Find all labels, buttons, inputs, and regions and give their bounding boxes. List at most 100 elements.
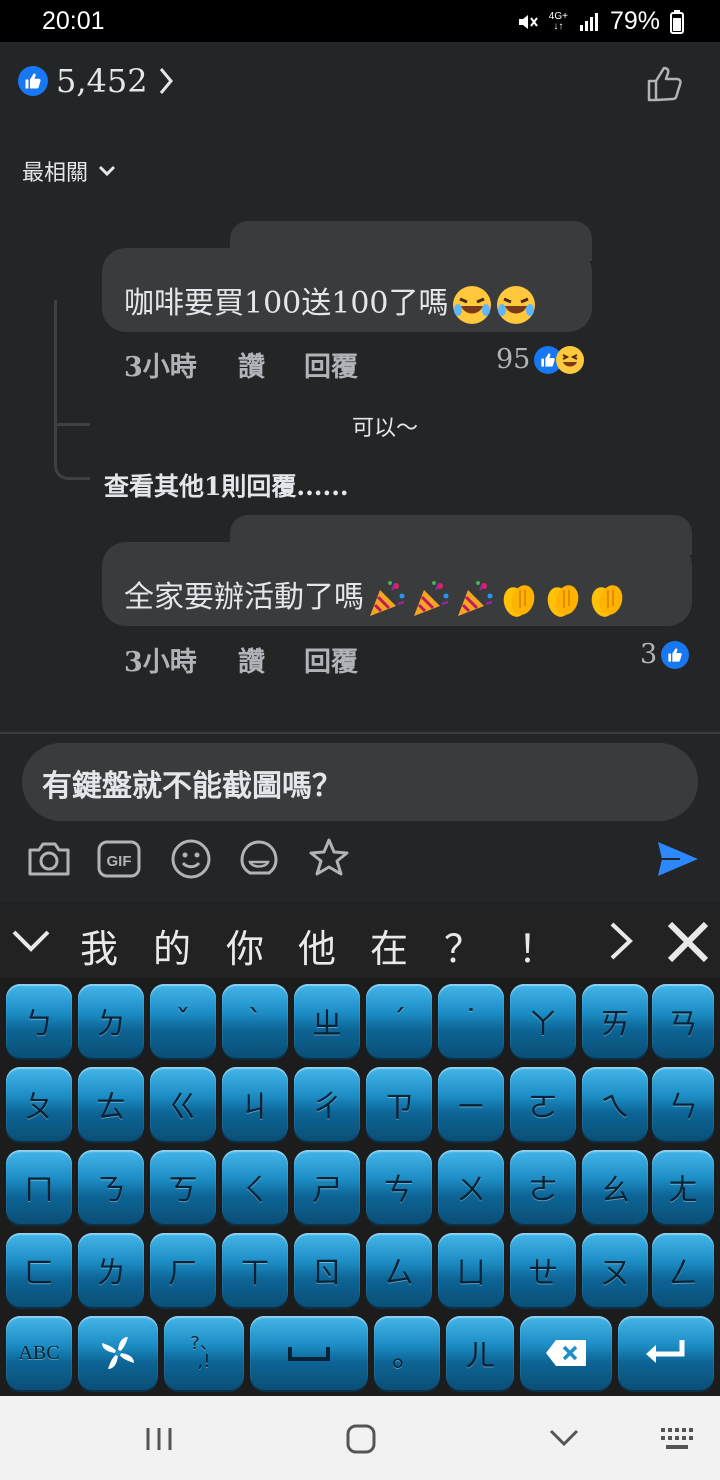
comment-reply-link[interactable]: 回覆 (304, 640, 358, 679)
enter-icon (646, 1340, 685, 1363)
key-eh[interactable]: ㄝ (510, 1233, 576, 1307)
key-ao[interactable]: ㄠ (582, 1150, 648, 1224)
key-zh[interactable]: ㄓ (294, 984, 360, 1058)
punctuation-key[interactable]: ?、 ,! (164, 1316, 244, 1390)
comment-like-link[interactable]: 讚 (238, 640, 265, 679)
keyboard-switch-icon[interactable] (660, 1426, 694, 1452)
key-i[interactable]: ㄧ (438, 1067, 504, 1141)
key-sh[interactable]: ㄕ (294, 1150, 360, 1224)
key-z[interactable]: ㄗ (366, 1067, 432, 1141)
like-reaction-icon (18, 66, 48, 96)
candidate-word[interactable]: 你 (226, 918, 264, 973)
key-r[interactable]: ㄖ (294, 1233, 360, 1307)
settings-key[interactable] (78, 1316, 158, 1390)
reply-preview-text: 可以～ (352, 416, 419, 441)
key-ai[interactable]: ㄞ (582, 984, 648, 1058)
key-d[interactable]: ㄉ (78, 984, 144, 1058)
send-icon[interactable] (654, 836, 700, 882)
key-ang[interactable]: ㄤ (652, 1150, 714, 1224)
back-icon[interactable] (548, 1428, 580, 1448)
key-x[interactable]: ㄒ (222, 1233, 288, 1307)
key-tone-5[interactable]: ˙ (438, 984, 504, 1058)
comment-like-link[interactable]: 讚 (238, 345, 265, 384)
divider (0, 732, 720, 734)
candidate-word[interactable]: 我 (80, 918, 118, 973)
mute-icon (518, 14, 538, 29)
home-icon[interactable] (344, 1422, 378, 1456)
rofl-emoji (452, 286, 491, 324)
key-ch[interactable]: ㄔ (294, 1067, 360, 1141)
space-key[interactable] (250, 1316, 368, 1390)
haha-reaction-icon (556, 345, 585, 374)
key-g[interactable]: ㄍ (150, 1067, 216, 1141)
comment-reply-link[interactable]: 回覆 (304, 345, 358, 384)
party-popper-emoji (370, 581, 405, 616)
sort-dropdown[interactable]: 最相關 (22, 155, 116, 187)
comment-text: 全家要辦活動了嗎 (124, 572, 628, 620)
comment-reactions[interactable]: 3 (640, 639, 690, 670)
party-popper-emoji (414, 581, 449, 616)
sort-label: 最相關 (22, 161, 89, 186)
candidate-word[interactable]: ？ (444, 918, 482, 973)
key-c[interactable]: ㄘ (366, 1150, 432, 1224)
key-en[interactable]: ㄣ (652, 1067, 714, 1141)
key-n[interactable]: ㄋ (78, 1150, 144, 1224)
clapping-hands-emoji (591, 585, 623, 617)
key-h[interactable]: ㄏ (150, 1233, 216, 1307)
key-m[interactable]: ㄇ (6, 1150, 72, 1224)
key-u[interactable]: ㄨ (438, 1150, 504, 1224)
key-tone-4[interactable]: ˋ (222, 984, 288, 1058)
camera-icon[interactable] (26, 836, 72, 882)
key-j[interactable]: ㄐ (222, 1067, 288, 1141)
likes-summary[interactable]: 5,452 (18, 62, 174, 100)
candidate-word[interactable]: ！ (518, 918, 556, 973)
key-l[interactable]: ㄌ (78, 1233, 144, 1307)
pinwheel-icon (102, 1337, 134, 1369)
status-bar: 20:01 4G+ ↓↑ 79% (0, 0, 720, 42)
likes-count: 5,452 (56, 62, 148, 100)
close-icon[interactable] (666, 920, 710, 964)
key-an[interactable]: ㄢ (652, 984, 714, 1058)
key-p[interactable]: ㄆ (6, 1067, 72, 1141)
key-ou[interactable]: ㄡ (582, 1233, 648, 1307)
key-ei[interactable]: ㄟ (582, 1067, 648, 1141)
chevron-right-icon (159, 68, 173, 94)
key-t[interactable]: ㄊ (78, 1067, 144, 1141)
key-o[interactable]: ㄛ (510, 1067, 576, 1141)
comment-input[interactable]: 有鍵盤就不能截圖嗎？ (22, 743, 698, 821)
recent-apps-icon[interactable] (144, 1426, 174, 1452)
candidate-word[interactable]: 他 (298, 918, 336, 973)
view-more-replies-link[interactable]: 查看其他1則回覆...... (104, 467, 349, 503)
key-yu[interactable]: ㄩ (438, 1233, 504, 1307)
comment-text: 咖啡要買100送100了嗎 (124, 278, 537, 326)
chevron-right-icon[interactable] (606, 920, 636, 962)
candidate-bar: 我 的 你 他 在 ？ ！ (0, 902, 720, 978)
avatar-sticker-icon[interactable] (306, 836, 352, 882)
emoji-icon[interactable] (168, 836, 214, 882)
key-k[interactable]: ㄎ (150, 1150, 216, 1224)
candidate-word[interactable]: 的 (153, 918, 191, 973)
key-f[interactable]: ㄈ (6, 1233, 72, 1307)
candidate-word[interactable]: 在 (370, 918, 408, 973)
backspace-key[interactable] (520, 1316, 612, 1390)
status-time: 20:01 (42, 7, 105, 35)
key-b[interactable]: ㄅ (6, 984, 72, 1058)
keyboard: ㄅ ㄉ ˇ ˋ ㄓ ˊ ˙ ㄚ ㄞ ㄢ ㄆ ㄊ ㄍ ㄐ ㄔ ㄗ ㄧ ㄛ ㄟ ㄣ … (0, 978, 720, 1396)
key-er[interactable]: ㄦ (446, 1316, 514, 1390)
period-key[interactable]: 。 (374, 1316, 440, 1390)
enter-key[interactable] (618, 1316, 714, 1390)
comment-reactions[interactable]: 95 (496, 344, 585, 375)
key-e[interactable]: ㄜ (510, 1150, 576, 1224)
key-a[interactable]: ㄚ (510, 984, 576, 1058)
key-tone-2[interactable]: ˊ (366, 984, 432, 1058)
svg-text:GIF: GIF (107, 853, 132, 870)
sticker-icon[interactable] (236, 836, 282, 882)
collapse-keyboard-icon[interactable] (10, 926, 52, 954)
key-eng[interactable]: ㄥ (652, 1233, 714, 1307)
abc-key[interactable]: ABC (6, 1316, 72, 1390)
key-tone-3[interactable]: ˇ (150, 984, 216, 1058)
like-button[interactable] (646, 64, 686, 104)
gif-icon[interactable]: GIF (96, 836, 142, 882)
key-q[interactable]: ㄑ (222, 1150, 288, 1224)
key-s[interactable]: ㄙ (366, 1233, 432, 1307)
